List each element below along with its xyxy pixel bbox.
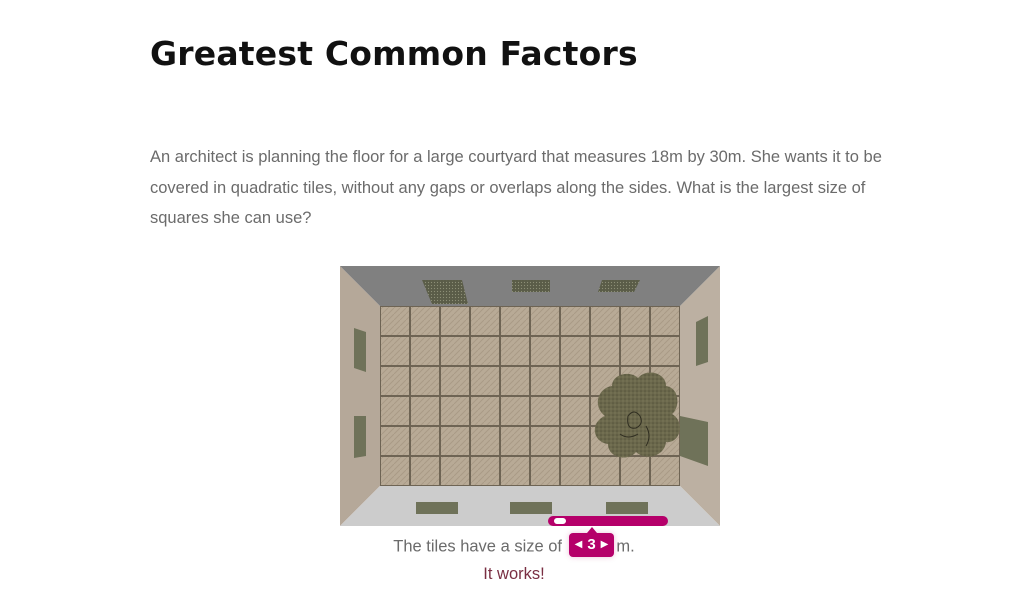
floor-tile	[561, 397, 589, 425]
triangle-left-icon[interactable]: ◀	[573, 534, 585, 556]
floor-tile	[501, 307, 529, 335]
floor-tile	[441, 337, 469, 365]
left-wall	[340, 266, 380, 526]
floor-tile	[531, 397, 559, 425]
floor-tile	[471, 307, 499, 335]
floor-tile	[651, 307, 679, 335]
floor-tile	[561, 457, 589, 485]
floor-tile	[441, 367, 469, 395]
floor-tile	[411, 337, 439, 365]
floor-tile	[381, 337, 409, 365]
floor-tile	[501, 427, 529, 455]
tile-size-value: 3	[587, 536, 596, 553]
floor-tile	[531, 367, 559, 395]
floor-tile	[531, 427, 559, 455]
page-title: Greatest Common Factors	[150, 34, 638, 73]
floor-tile	[411, 427, 439, 455]
floor-tile	[531, 337, 559, 365]
floor-tile	[591, 307, 619, 335]
floor-tile	[621, 337, 649, 365]
floor-tile	[561, 367, 589, 395]
floor-tile	[411, 307, 439, 335]
slider-handle[interactable]	[553, 517, 568, 525]
floor-tile	[411, 457, 439, 485]
floor-tile	[441, 427, 469, 455]
floor-tile	[591, 457, 619, 485]
floor-tile	[561, 307, 589, 335]
answer-prefix: The tiles have a size of	[393, 537, 563, 556]
floor-tile	[471, 397, 499, 425]
tile-size-stepper[interactable]: ◀ 3 ▶	[568, 527, 615, 557]
vent-icon	[598, 280, 640, 292]
floor-tile	[381, 307, 409, 335]
floor-tile	[471, 457, 499, 485]
floor-tile	[501, 337, 529, 365]
answer-sentence: The tiles have a size of ◀ 3 ▶ m.	[0, 527, 1028, 559]
floor-tile	[501, 367, 529, 395]
floor-tile	[501, 457, 529, 485]
floor-tile	[441, 457, 469, 485]
floor-tile	[381, 457, 409, 485]
floor-tile	[381, 367, 409, 395]
floor-tile	[561, 337, 589, 365]
floor-tile	[501, 397, 529, 425]
floor-tile	[531, 457, 559, 485]
floor-tile	[471, 367, 499, 395]
floor-tile	[471, 427, 499, 455]
floor-tile	[411, 397, 439, 425]
right-wall	[680, 266, 720, 526]
floor-tile	[381, 397, 409, 425]
floor-tile	[441, 307, 469, 335]
problem-text: An architect is planning the floor for a…	[150, 148, 882, 227]
answer-suffix: m.	[616, 537, 635, 556]
floor-tile	[471, 337, 499, 365]
floor-tile	[651, 337, 679, 365]
vent-icon	[512, 280, 550, 292]
floor-tile	[621, 307, 649, 335]
courtyard-illustration	[340, 266, 720, 526]
floor-tile	[651, 457, 679, 485]
floor-tile	[561, 427, 589, 455]
floor-tile	[381, 427, 409, 455]
floor-tile	[411, 367, 439, 395]
triangle-right-icon[interactable]: ▶	[599, 534, 611, 556]
floor-tile	[591, 337, 619, 365]
floor-tile	[531, 307, 559, 335]
feedback-message: It works!	[483, 565, 545, 583]
floor-tile	[441, 397, 469, 425]
floor-tile	[621, 457, 649, 485]
